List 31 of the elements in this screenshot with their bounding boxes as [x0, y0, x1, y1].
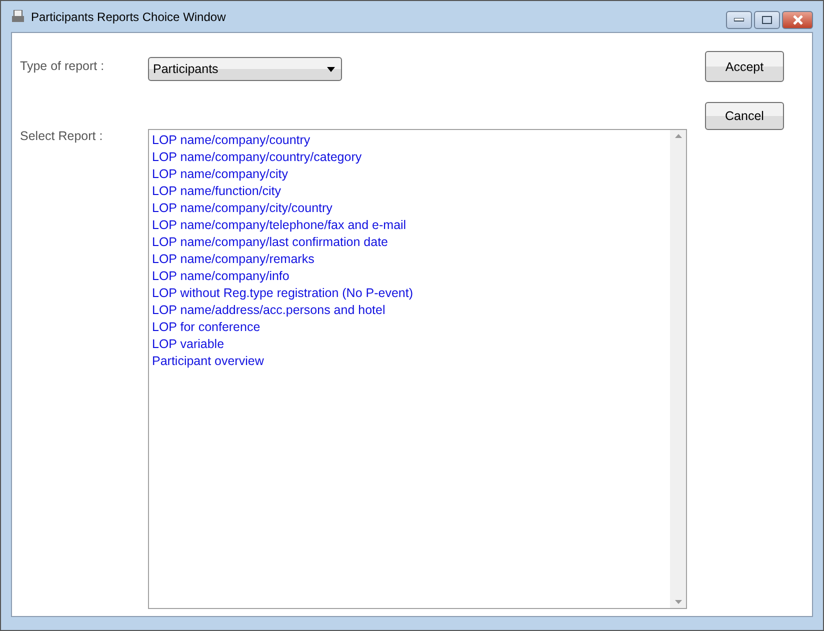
report-list-item[interactable]: LOP name/address/acc.persons and hotel: [152, 302, 667, 319]
close-icon: [792, 15, 804, 25]
report-list-item[interactable]: LOP name/company/city: [152, 166, 667, 183]
maximize-button[interactable]: [754, 11, 780, 29]
close-button[interactable]: [782, 11, 813, 29]
accept-button[interactable]: Accept: [705, 51, 784, 82]
report-list-item[interactable]: LOP name/company/country/category: [152, 149, 667, 166]
select-report-label: Select Report :: [19, 129, 104, 145]
report-type-dropdown[interactable]: Participants: [148, 57, 342, 81]
report-list-item[interactable]: LOP name/company/last confirmation date: [152, 234, 667, 251]
type-of-report-label: Type of report :: [19, 58, 106, 75]
report-list-item[interactable]: LOP name/function/city: [152, 183, 667, 200]
report-list-item[interactable]: LOP name/company/city/country: [152, 200, 667, 217]
window-title: Participants Reports Choice Window: [31, 10, 227, 24]
scrollbar[interactable]: [670, 130, 686, 608]
scroll-up-icon: [674, 134, 682, 138]
report-list-item[interactable]: LOP for conference: [152, 319, 667, 336]
report-list-item[interactable]: LOP name/company/telephone/fax and e-mail: [152, 217, 667, 234]
maximize-icon: [762, 16, 772, 24]
report-list-item[interactable]: LOP name/company/info: [152, 268, 667, 285]
printer-icon: [11, 10, 25, 24]
minimize-button[interactable]: [726, 11, 752, 29]
report-list-item[interactable]: LOP without Reg.type registration (No P-event): [152, 285, 667, 302]
cancel-button[interactable]: Cancel: [705, 102, 784, 130]
report-list-item[interactable]: Participant overview: [152, 353, 667, 370]
report-list-item[interactable]: LOP name/company/country: [152, 132, 667, 149]
caret-icon: [327, 66, 335, 72]
report-list-item[interactable]: LOP variable: [152, 336, 667, 353]
minimize-icon: [734, 18, 744, 22]
scroll-down-icon: [674, 600, 682, 604]
report-list-item[interactable]: LOP name/company/remarks: [152, 251, 667, 268]
